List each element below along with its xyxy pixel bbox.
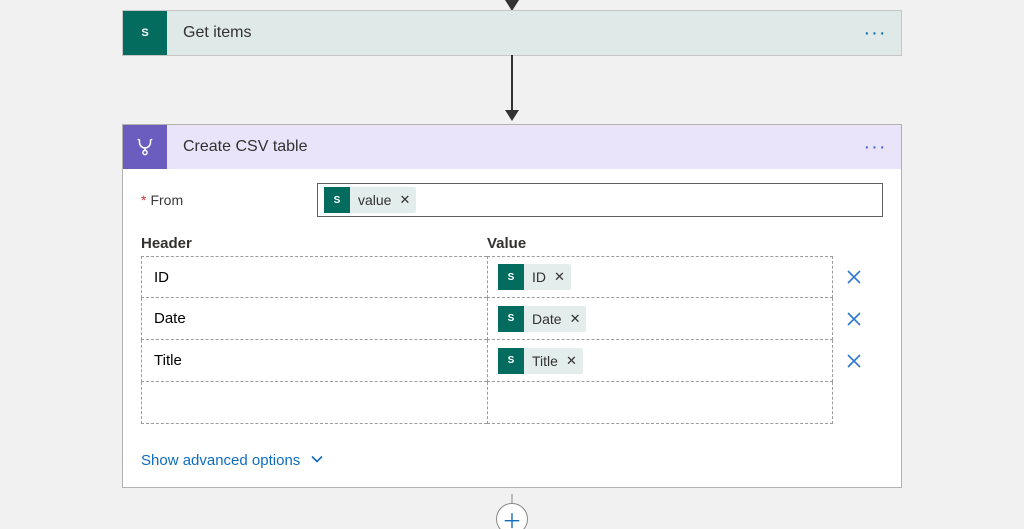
from-input[interactable]: S value ✕ <box>317 183 883 217</box>
connector-arrow-mid <box>505 55 519 121</box>
sharepoint-icon: S <box>498 348 524 374</box>
flow-canvas: S Get items ··· Create CSV table ··· <box>0 0 1024 529</box>
step-get-items-header[interactable]: S Get items ··· <box>123 11 901 55</box>
data-operations-icon <box>123 125 167 169</box>
token-value[interactable]: S value ✕ <box>324 187 416 213</box>
value-cell[interactable]: S ID ✕ <box>487 256 833 298</box>
columns-header-header: Header <box>141 235 487 252</box>
columns-row: S Date ✕ <box>141 298 883 340</box>
sharepoint-icon: S <box>324 187 350 213</box>
step-create-csv-menu[interactable]: ··· <box>859 137 891 157</box>
step-create-csv-header[interactable]: Create CSV table ··· <box>123 125 901 169</box>
delete-row-icon[interactable] <box>844 351 864 371</box>
chevron-down-icon <box>310 452 324 469</box>
token-label: Date <box>532 311 562 327</box>
sharepoint-icon: S <box>498 264 524 290</box>
header-input[interactable] <box>152 393 477 412</box>
add-step-button[interactable]: ＋ <box>496 503 528 529</box>
step-get-items[interactable]: S Get items ··· <box>122 10 902 56</box>
sharepoint-icon: S <box>123 11 167 55</box>
token-title[interactable]: S Title ✕ <box>498 348 583 374</box>
token-remove-icon[interactable]: ✕ <box>554 269 565 285</box>
step-get-items-menu[interactable]: ··· <box>859 23 891 43</box>
value-cell[interactable]: S Title ✕ <box>487 340 833 382</box>
header-input[interactable] <box>152 309 477 328</box>
columns-editor: Header Value S ID ✕ <box>141 235 883 424</box>
token-date[interactable]: S Date ✕ <box>498 306 586 332</box>
token-remove-icon[interactable]: ✕ <box>399 192 410 208</box>
show-advanced-options[interactable]: Show advanced options <box>141 452 324 469</box>
from-label: * From <box>141 192 311 208</box>
sharepoint-icon: S <box>498 306 524 332</box>
step-create-csv: Create CSV table ··· * From S value ✕ <box>122 124 902 488</box>
token-label: value <box>358 192 391 208</box>
columns-header-value: Value <box>487 235 883 252</box>
columns-row: S ID ✕ <box>141 256 883 298</box>
token-id[interactable]: S ID ✕ <box>498 264 571 290</box>
step-create-csv-title: Create CSV table <box>167 138 859 156</box>
value-cell[interactable] <box>487 382 833 424</box>
token-label: ID <box>532 269 546 285</box>
header-input[interactable] <box>152 268 477 287</box>
token-remove-icon[interactable]: ✕ <box>566 353 577 369</box>
columns-table: S ID ✕ <box>141 256 883 424</box>
columns-row-empty <box>141 382 883 424</box>
delete-row-icon[interactable] <box>844 267 864 287</box>
step-get-items-title: Get items <box>167 24 859 42</box>
header-input[interactable] <box>152 351 477 370</box>
token-remove-icon[interactable]: ✕ <box>570 311 581 327</box>
delete-row-icon[interactable] <box>844 309 864 329</box>
token-label: Title <box>532 353 558 369</box>
step-create-csv-body: * From S value ✕ Header Va <box>123 169 901 487</box>
value-cell[interactable]: S Date ✕ <box>487 298 833 340</box>
columns-row: S Title ✕ <box>141 340 883 382</box>
from-row: * From S value ✕ <box>141 183 883 217</box>
